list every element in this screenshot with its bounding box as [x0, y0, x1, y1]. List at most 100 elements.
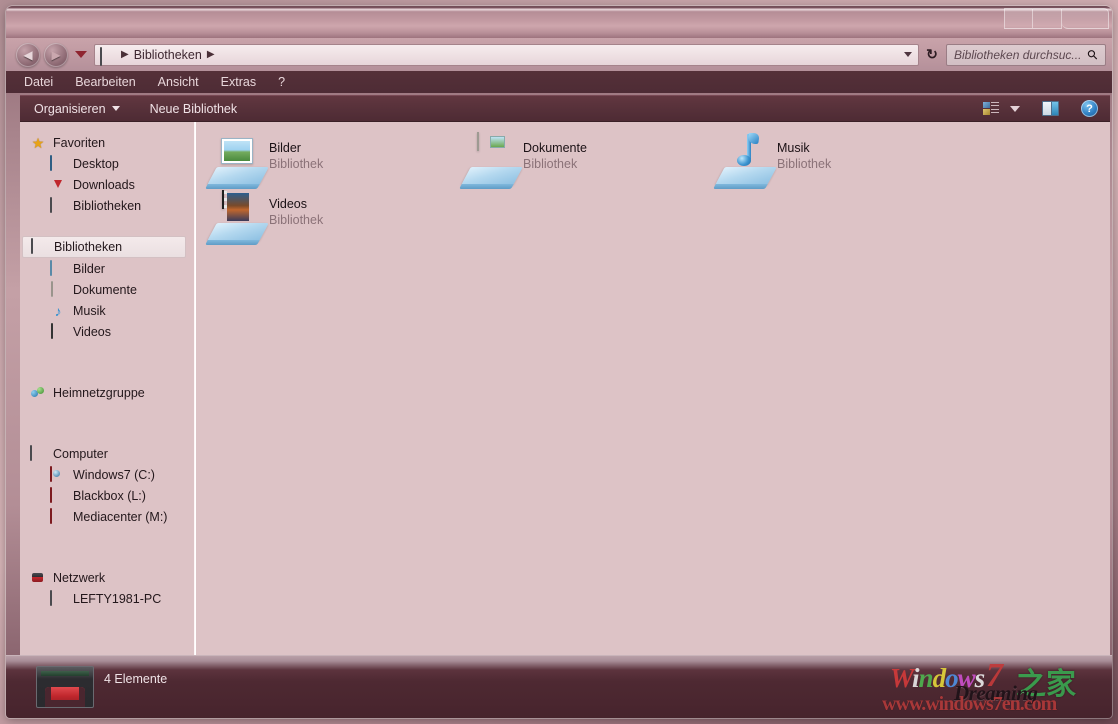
list-item-name: Videos	[269, 197, 307, 211]
sidebar-item-musik[interactable]: ♪ Musik	[20, 300, 194, 321]
status-bar: 4 Elemente Windows 7 之家 Dreaming www.win…	[6, 655, 1112, 718]
homegroup-icon	[30, 385, 46, 401]
maximize-button[interactable]	[1033, 8, 1062, 29]
list-item-text: Dokumente Bibliothek	[523, 140, 587, 173]
sidebar-label-dokumente: Dokumente	[73, 282, 137, 297]
view-options-icon[interactable]	[983, 101, 999, 116]
sidebar-item-downloads[interactable]: Downloads	[20, 174, 194, 195]
desktop-icon	[50, 154, 66, 172]
close-button[interactable]	[1062, 8, 1109, 29]
new-library-button[interactable]: Neue Bibliothek	[150, 102, 238, 116]
list-item-sub: Bibliothek	[269, 213, 324, 227]
organize-button[interactable]: Organisieren	[34, 102, 120, 116]
preview-pane-icon[interactable]	[1042, 101, 1059, 116]
system-drive-icon	[50, 465, 66, 483]
list-item-sub: Bibliothek	[523, 157, 578, 171]
sidebar-group-heimnetzgruppe[interactable]: Heimnetzgruppe	[20, 382, 194, 403]
library-icon	[31, 238, 47, 255]
watermark-url: www.windows7en.com	[882, 693, 1057, 715]
menu-help[interactable]: ?	[278, 75, 285, 89]
refresh-icon: ↻	[926, 46, 938, 62]
sidebar-group-bibliotheken[interactable]: Bibliotheken	[22, 236, 186, 258]
sidebar-item-lefty1981-pc[interactable]: LEFTY1981-PC	[20, 588, 194, 609]
sidebar-group-computer[interactable]: Computer	[20, 443, 194, 464]
address-bar-row: ◀ ▶ ▶ Bibliotheken ▶ ↻ Bibliotheken durc…	[6, 38, 1112, 71]
menu-ansicht[interactable]: Ansicht	[158, 75, 199, 89]
recent-locations-dropdown-icon[interactable]	[75, 51, 87, 58]
chevron-down-icon-view[interactable]	[1010, 105, 1020, 112]
drive-icon-2	[50, 507, 66, 525]
toolbar-right-group: ?	[983, 100, 1098, 117]
address-bar[interactable]: ▶ Bibliotheken ▶	[94, 43, 919, 66]
sidebar-item-bilder[interactable]: Bilder	[20, 258, 194, 279]
breadcrumb-separator-icon: ▶	[121, 49, 129, 60]
library-icon	[50, 196, 66, 214]
menu-datei[interactable]: Datei	[24, 75, 53, 89]
menu-bar: Datei Bearbeiten Ansicht Extras ?	[6, 71, 1112, 93]
sidebar-item-blackbox-l[interactable]: Blackbox (L:)	[20, 485, 194, 506]
sidebar-label-blackbox-l: Blackbox (L:)	[73, 488, 146, 503]
refresh-button[interactable]: ↻	[921, 44, 943, 66]
item-count-text: 4 Elemente	[104, 672, 168, 686]
command-toolbar: Organisieren Neue Bibliothek ?	[20, 95, 1110, 121]
star-icon: ★	[31, 134, 45, 151]
sidebar-label-bibliotheken: Bibliotheken	[54, 240, 123, 254]
sidebar-label-bilder: Bilder	[73, 261, 105, 276]
documents-library-icon	[461, 132, 523, 187]
file-list-pane[interactable]: Bilder Bibliothek Dokumente Bibliothek M…	[195, 122, 1110, 655]
search-icon: ⚲	[1084, 45, 1102, 63]
sidebar-item-desktop[interactable]: Desktop	[20, 153, 194, 174]
music-icon: ♪	[54, 302, 62, 319]
sidebar-item-bibliotheken-fav[interactable]: Bibliotheken	[20, 195, 194, 216]
sidebar-label-bibliotheken-fav: Bibliotheken	[73, 198, 142, 213]
organize-label: Organisieren	[34, 101, 106, 116]
list-item-text: Musik Bibliothek	[777, 140, 831, 173]
videos-icon	[50, 322, 66, 340]
list-item[interactable]: Dokumente Bibliothek	[461, 132, 714, 195]
menu-bearbeiten[interactable]: Bearbeiten	[75, 75, 135, 89]
documents-icon	[50, 280, 66, 298]
library-icon	[100, 46, 116, 66]
help-icon[interactable]: ?	[1081, 100, 1098, 117]
sidebar-spacer-2b	[20, 362, 194, 382]
list-item[interactable]: Musik Bibliothek	[715, 133, 968, 195]
breadcrumb-separator-icon-2[interactable]: ▶	[207, 49, 215, 60]
navigation-pane[interactable]: ★ Favoriten Desktop Downloads Bibliothek…	[20, 122, 195, 655]
forward-button[interactable]: ▶	[44, 42, 68, 67]
network-icon	[30, 570, 46, 586]
pictures-library-icon	[207, 135, 269, 187]
list-item[interactable]: Videos Bibliothek	[207, 190, 460, 251]
sidebar-item-dokumente[interactable]: Dokumente	[20, 279, 194, 300]
sidebar-group-favoriten[interactable]: ★ Favoriten	[20, 132, 194, 153]
sidebar-group-netzwerk[interactable]: Netzwerk	[20, 567, 194, 588]
music-library-icon	[715, 133, 777, 187]
sidebar-item-windows7-c[interactable]: Windows7 (C:)	[20, 464, 194, 485]
sidebar-label-favoriten: Favoriten	[53, 135, 106, 150]
wm-letter-3: d	[932, 663, 946, 693]
title-bar	[6, 6, 1112, 38]
sidebar-label-musik: Musik	[73, 303, 106, 318]
sidebar-label-windows7-c: Windows7 (C:)	[73, 467, 155, 482]
sidebar-item-mediacenter-m[interactable]: Mediacenter (M:)	[20, 506, 194, 527]
search-input[interactable]: Bibliotheken durchsuc...	[954, 48, 1081, 62]
pictures-icon	[50, 259, 66, 277]
list-item[interactable]: Bilder Bibliothek	[207, 135, 460, 195]
computer-icon-2	[50, 589, 66, 607]
sidebar-label-computer: Computer	[53, 446, 108, 461]
list-item-sub: Bibliothek	[269, 157, 324, 171]
back-button[interactable]: ◀	[16, 42, 40, 67]
list-item-name: Musik	[777, 141, 810, 155]
minimize-button[interactable]	[1004, 8, 1033, 29]
search-box[interactable]: Bibliotheken durchsuc... ⚲	[946, 43, 1106, 66]
videos-library-icon	[207, 190, 269, 243]
sidebar-label-downloads: Downloads	[73, 177, 135, 192]
list-item-text: Videos Bibliothek	[269, 196, 323, 229]
sidebar-item-videos[interactable]: Videos	[20, 321, 194, 342]
downloads-icon	[50, 177, 66, 193]
address-dropdown-icon[interactable]	[904, 52, 912, 57]
menu-extras[interactable]: Extras	[221, 75, 256, 89]
chevron-down-icon	[111, 106, 120, 111]
breadcrumb-bibliotheken[interactable]: Bibliotheken	[134, 48, 202, 62]
